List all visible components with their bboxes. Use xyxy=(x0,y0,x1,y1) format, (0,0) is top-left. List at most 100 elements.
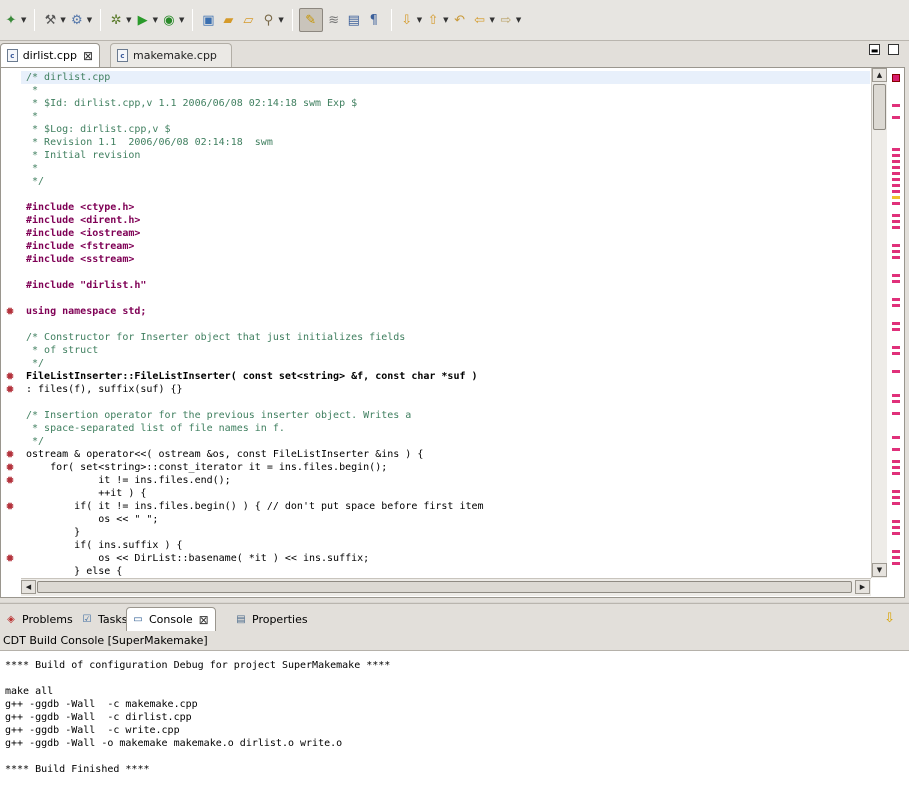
tab-properties[interactable]: ▤ Properties xyxy=(230,607,312,631)
tab-makemake-cpp[interactable]: c makemake.cpp xyxy=(110,43,232,67)
overview-marker[interactable] xyxy=(892,178,900,181)
bug-warning-icon[interactable]: ✹ xyxy=(3,383,17,396)
overview-marker[interactable] xyxy=(892,160,900,163)
toggle-block-selection-button[interactable]: ≋ xyxy=(325,8,343,32)
overview-marker[interactable] xyxy=(892,304,900,307)
build-target-button[interactable]: ⚙ ▼ xyxy=(68,8,92,32)
scroll-down-button[interactable]: ▼ xyxy=(872,563,887,577)
overview-marker[interactable] xyxy=(892,280,900,283)
overview-marker[interactable] xyxy=(892,436,900,439)
scroll-left-button[interactable]: ◀ xyxy=(21,580,36,594)
back-button[interactable]: ⇦ ▼ xyxy=(471,8,495,32)
overview-marker[interactable] xyxy=(892,412,900,415)
overview-marker[interactable] xyxy=(892,274,900,277)
debug-button[interactable]: ✲ ▼ xyxy=(107,8,132,32)
overview-marker[interactable] xyxy=(892,520,900,523)
overview-marker[interactable] xyxy=(892,562,900,565)
overview-marker[interactable] xyxy=(892,104,900,107)
scroll-thumb[interactable] xyxy=(873,84,886,130)
previous-annotation-button[interactable]: ⇧ ▼ xyxy=(424,8,449,32)
close-icon[interactable]: ⊠ xyxy=(83,49,93,63)
overview-marker[interactable] xyxy=(892,400,900,403)
overview-marker[interactable] xyxy=(892,352,900,355)
tab-dirlist-cpp[interactable]: c dirlist.cpp ⊠ xyxy=(0,43,100,67)
scroll-up-button[interactable]: ▲ xyxy=(872,68,887,82)
chevron-down-icon[interactable]: ▼ xyxy=(87,16,92,24)
console-output[interactable]: **** Build of configuration Debug for pr… xyxy=(0,650,909,791)
scroll-thumb[interactable] xyxy=(37,581,852,593)
search-button[interactable]: ⚲ ▼ xyxy=(259,8,284,32)
overview-marker[interactable] xyxy=(892,496,900,499)
overview-marker[interactable] xyxy=(892,166,900,169)
run-button[interactable]: ▶ ▼ xyxy=(134,8,158,32)
next-annotation-button[interactable]: ⇩ ▼ xyxy=(398,8,422,32)
bug-warning-icon[interactable]: ✹ xyxy=(3,461,17,474)
overview-marker[interactable] xyxy=(892,556,900,559)
toggle-mark-occurrences-button[interactable]: ✎ xyxy=(298,8,323,32)
overview-ruler[interactable] xyxy=(888,68,904,578)
open-project-button[interactable]: ▰ xyxy=(219,8,237,32)
chevron-down-icon[interactable]: ▼ xyxy=(21,16,26,24)
overview-marker[interactable] xyxy=(892,202,900,205)
tab-tasks[interactable]: ☑ Tasks xyxy=(76,607,131,631)
scroll-right-button[interactable]: ▶ xyxy=(855,580,870,594)
overview-marker[interactable] xyxy=(892,184,900,187)
bug-warning-icon[interactable]: ✹ xyxy=(3,370,17,383)
overview-marker[interactable] xyxy=(892,256,900,259)
code-text[interactable]: /* dirlist.cpp * * $Id: dirlist.cpp,v 1.… xyxy=(21,71,870,578)
overview-marker[interactable] xyxy=(892,550,900,553)
bug-warning-icon[interactable]: ✹ xyxy=(3,552,17,565)
overview-marker[interactable] xyxy=(892,466,900,469)
close-icon[interactable]: ⊠ xyxy=(199,613,209,627)
overview-marker[interactable] xyxy=(892,190,900,193)
overview-marker[interactable] xyxy=(892,328,900,331)
overview-warning-marker[interactable] xyxy=(892,196,900,199)
chevron-down-icon[interactable]: ▼ xyxy=(60,16,65,24)
chevron-down-icon[interactable]: ▼ xyxy=(417,16,422,24)
horizontal-scrollbar[interactable]: ◀ ▶ xyxy=(21,578,871,596)
overview-marker[interactable] xyxy=(892,244,900,247)
overview-marker[interactable] xyxy=(892,490,900,493)
overview-marker[interactable] xyxy=(892,448,900,451)
overview-marker[interactable] xyxy=(892,526,900,529)
show-whitespace-button[interactable]: ▤ xyxy=(345,8,363,32)
tab-problems[interactable]: ◈ Problems xyxy=(0,607,77,631)
overview-marker[interactable] xyxy=(892,472,900,475)
overview-marker[interactable] xyxy=(892,322,900,325)
tab-console[interactable]: ▭ Console ⊠ xyxy=(126,607,216,631)
vertical-scrollbar[interactable]: ▲ ▼ xyxy=(871,68,887,578)
overview-marker[interactable] xyxy=(892,172,900,175)
forward-button[interactable]: ⇨ ▼ xyxy=(497,8,521,32)
overview-marker[interactable] xyxy=(892,154,900,157)
overview-marker[interactable] xyxy=(892,148,900,151)
overview-marker[interactable] xyxy=(892,502,900,505)
last-edit-button[interactable]: ↶ xyxy=(451,8,469,32)
overview-marker[interactable] xyxy=(892,394,900,397)
overview-marker[interactable] xyxy=(892,214,900,217)
bug-warning-icon[interactable]: ✹ xyxy=(3,474,17,487)
bug-warning-icon[interactable]: ✹ xyxy=(3,305,17,318)
maximize-icon[interactable] xyxy=(888,44,899,55)
build-button[interactable]: ⚒ ▼ xyxy=(41,8,66,32)
pin-console-icon[interactable]: ⇩ xyxy=(884,611,895,626)
overview-marker[interactable] xyxy=(892,116,900,119)
bug-warning-icon[interactable]: ✹ xyxy=(3,448,17,461)
overview-marker[interactable] xyxy=(892,298,900,301)
chevron-down-icon[interactable]: ▼ xyxy=(516,16,521,24)
show-paragraph-button[interactable]: ¶ xyxy=(365,8,383,32)
open-file-button[interactable]: ▱ xyxy=(239,8,257,32)
chevron-down-icon[interactable]: ▼ xyxy=(443,16,448,24)
overview-marker[interactable] xyxy=(892,220,900,223)
bug-warning-icon[interactable]: ✹ xyxy=(3,500,17,513)
new-connection-button[interactable]: ✦ ▼ xyxy=(2,8,27,32)
chevron-down-icon[interactable]: ▼ xyxy=(278,16,283,24)
overview-marker[interactable] xyxy=(892,460,900,463)
overview-marker[interactable] xyxy=(892,250,900,253)
code-editor[interactable]: ✹ ✹ ✹ ✹ ✹ ✹ ✹ ✹ /* dirlist.cpp * * $Id: … xyxy=(0,67,905,598)
error-summary-icon[interactable] xyxy=(892,74,900,82)
chevron-down-icon[interactable]: ▼ xyxy=(153,16,158,24)
chevron-down-icon[interactable]: ▼ xyxy=(126,16,131,24)
chevron-down-icon[interactable]: ▼ xyxy=(179,16,184,24)
overview-marker[interactable] xyxy=(892,370,900,373)
minimize-icon[interactable]: ▬ xyxy=(869,44,880,55)
